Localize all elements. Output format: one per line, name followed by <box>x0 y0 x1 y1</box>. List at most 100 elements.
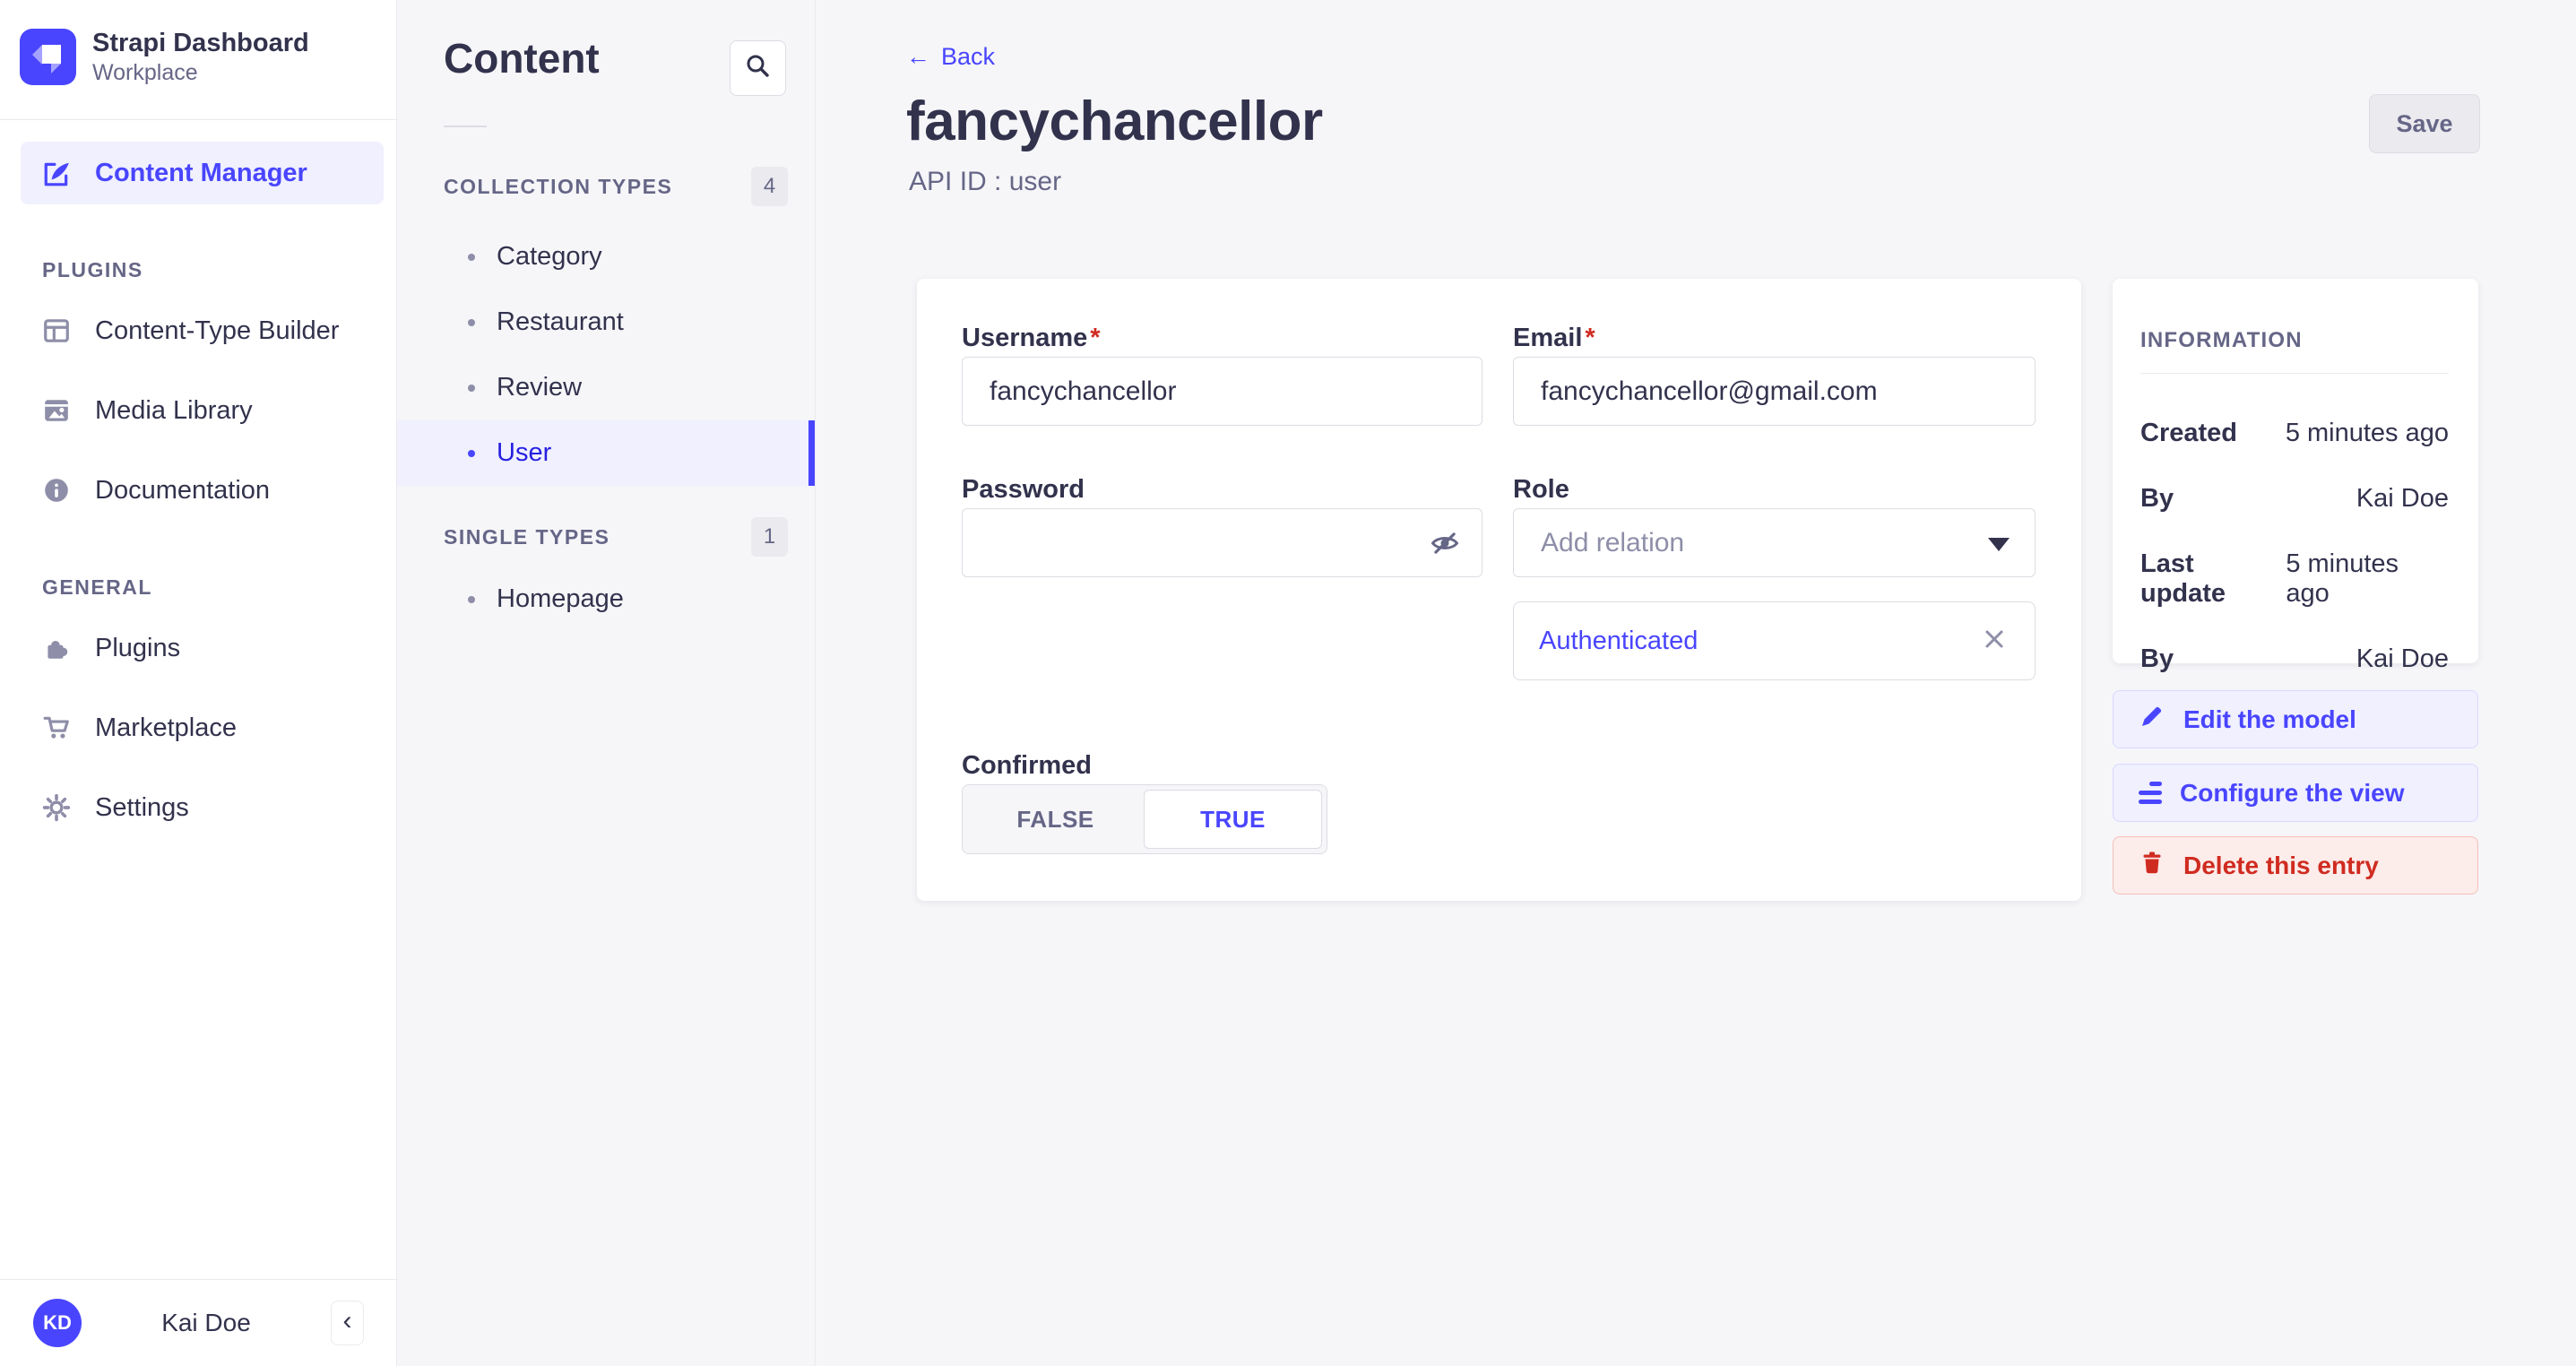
content-panel-title: Content <box>444 34 600 82</box>
sidebar-item-settings[interactable]: Settings <box>21 776 384 839</box>
collection-types-header: COLLECTION TYPES 4 <box>397 167 815 206</box>
bullet-icon <box>468 319 475 326</box>
app-sidebar: Strapi Dashboard Workplace Content Manag… <box>0 0 397 1366</box>
sidebar-item-plugins[interactable]: Plugins <box>21 617 384 679</box>
list-item-label: Category <box>497 242 602 272</box>
sidebar-item-documentation[interactable]: Documentation <box>21 459 384 522</box>
button-label: Delete this entry <box>2183 852 2379 880</box>
information-card: INFORMATION Created 5 minutes ago By Kai… <box>2113 279 2478 663</box>
sidebar-divider <box>0 119 396 120</box>
pencil-icon <box>2139 703 2165 736</box>
collection-type-restaurant[interactable]: Restaurant <box>397 290 815 355</box>
info-row-created-by: By Kai Doe <box>2140 484 2449 514</box>
back-arrow-icon: ← <box>906 43 930 71</box>
layout-grid-icon <box>42 316 71 345</box>
email-field-group: Email* <box>1513 324 2036 426</box>
role-select[interactable]: Add relation <box>1513 508 2036 577</box>
button-label: Configure the view <box>2180 779 2404 808</box>
sidebar-item-marketplace[interactable]: Marketplace <box>21 696 384 759</box>
info-row-last-update: Last update 5 minutes ago <box>2140 549 2449 609</box>
toggle-true-option[interactable]: TRUE <box>1144 790 1322 849</box>
list-item-label: Restaurant <box>497 307 624 337</box>
sidebar-item-label: Plugins <box>95 634 180 663</box>
back-label: Back <box>941 43 995 71</box>
collection-types-label: COLLECTION TYPES <box>444 175 672 199</box>
single-types-count-badge: 1 <box>751 517 788 557</box>
sidebar-item-content-type-builder[interactable]: Content-Type Builder <box>21 299 384 362</box>
toggle-false-option[interactable]: FALSE <box>967 790 1144 849</box>
list-item-label: User <box>497 438 551 468</box>
single-types-list: Homepage <box>397 566 815 632</box>
password-label: Password <box>962 475 1482 502</box>
sidebar-item-label: Documentation <box>95 476 270 506</box>
email-label: Email* <box>1513 324 2036 350</box>
sidebar-item-label: Marketplace <box>95 713 237 743</box>
back-link[interactable]: ← Back <box>906 43 995 71</box>
picture-icon <box>42 396 71 425</box>
sidebar-section-general: GENERAL <box>21 575 384 600</box>
information-divider <box>2140 373 2449 374</box>
collection-type-review[interactable]: Review <box>397 355 815 420</box>
collection-type-category[interactable]: Category <box>397 224 815 290</box>
sidebar-item-label: Media Library <box>95 396 253 426</box>
confirmed-label: Confirmed <box>962 751 2036 778</box>
sidebar-item-content-manager[interactable]: Content Manager <box>21 142 384 204</box>
required-asterisk: * <box>1090 324 1100 352</box>
relation-link[interactable]: Authenticated <box>1539 627 1698 656</box>
app-title: Strapi Dashboard <box>92 27 309 59</box>
info-row-updated-by: By Kai Doe <box>2140 644 2449 674</box>
password-field-group: Password <box>962 475 1482 680</box>
cart-icon <box>42 713 71 742</box>
button-label: Edit the model <box>2183 705 2356 734</box>
workspace-switcher[interactable]: Strapi Dashboard Workplace <box>20 27 309 88</box>
api-id-subtitle: API ID : user <box>909 167 1061 197</box>
sidebar-item-media-library[interactable]: Media Library <box>21 379 384 442</box>
sidebar-footer: KD Kai Doe ‹ <box>0 1279 397 1366</box>
info-row-created: Created 5 minutes ago <box>2140 419 2449 448</box>
configure-view-button[interactable]: Configure the view <box>2113 764 2478 822</box>
username-field-group: Username* <box>962 324 1482 426</box>
eye-off-icon[interactable] <box>1429 527 1461 559</box>
role-placeholder: Add relation <box>1541 528 1684 558</box>
sidebar-nav: Content Manager PLUGINS Content-Type Bui… <box>21 142 384 839</box>
search-button[interactable] <box>730 40 786 96</box>
collection-type-user[interactable]: User <box>397 420 815 486</box>
password-input[interactable] <box>962 508 1482 577</box>
required-asterisk: * <box>1585 324 1595 352</box>
content-panel-divider <box>444 125 487 127</box>
sidebar-item-label: Content-Type Builder <box>95 316 339 346</box>
confirmed-toggle: FALSE TRUE <box>962 784 1327 854</box>
sidebar-collapse-button[interactable]: ‹ <box>331 1301 364 1345</box>
bullet-icon <box>468 596 475 603</box>
remove-relation-icon[interactable] <box>1979 624 2010 659</box>
user-name: Kai Doe <box>82 1309 331 1337</box>
sidebar-item-label: Settings <box>95 793 189 823</box>
search-icon <box>743 51 774 86</box>
content-subnav-panel: Content COLLECTION TYPES 4 Category Rest… <box>397 0 816 1366</box>
save-button[interactable]: Save <box>2369 94 2480 153</box>
username-input[interactable] <box>962 357 1482 426</box>
workspace-name: Workplace <box>92 59 309 87</box>
bullet-icon <box>468 254 475 261</box>
information-heading: INFORMATION <box>2140 328 2449 353</box>
trash-icon <box>2139 849 2165 882</box>
user-avatar[interactable]: KD <box>33 1299 82 1347</box>
configure-lines-icon <box>2139 782 2162 804</box>
delete-entry-button[interactable]: Delete this entry <box>2113 836 2478 895</box>
feather-pen-icon <box>42 159 71 187</box>
collection-types-list: Category Restaurant Review User <box>397 224 815 486</box>
username-label: Username* <box>962 324 1482 350</box>
collection-types-count-badge: 4 <box>751 167 788 206</box>
single-types-header: SINGLE TYPES 1 <box>397 517 815 557</box>
single-types-label: SINGLE TYPES <box>444 525 609 549</box>
single-type-homepage[interactable]: Homepage <box>397 566 815 632</box>
edit-model-button[interactable]: Edit the model <box>2113 690 2478 748</box>
gear-icon <box>42 793 71 822</box>
info-circle-icon <box>42 476 71 505</box>
main-content: ← Back fancychancellor API ID : user Sav… <box>817 0 2576 1366</box>
page-title: fancychancellor <box>906 90 1323 153</box>
strapi-logo-icon <box>20 29 76 85</box>
sidebar-section-plugins: PLUGINS <box>21 258 384 282</box>
puzzle-icon <box>42 634 71 662</box>
email-input[interactable] <box>1513 357 2036 426</box>
